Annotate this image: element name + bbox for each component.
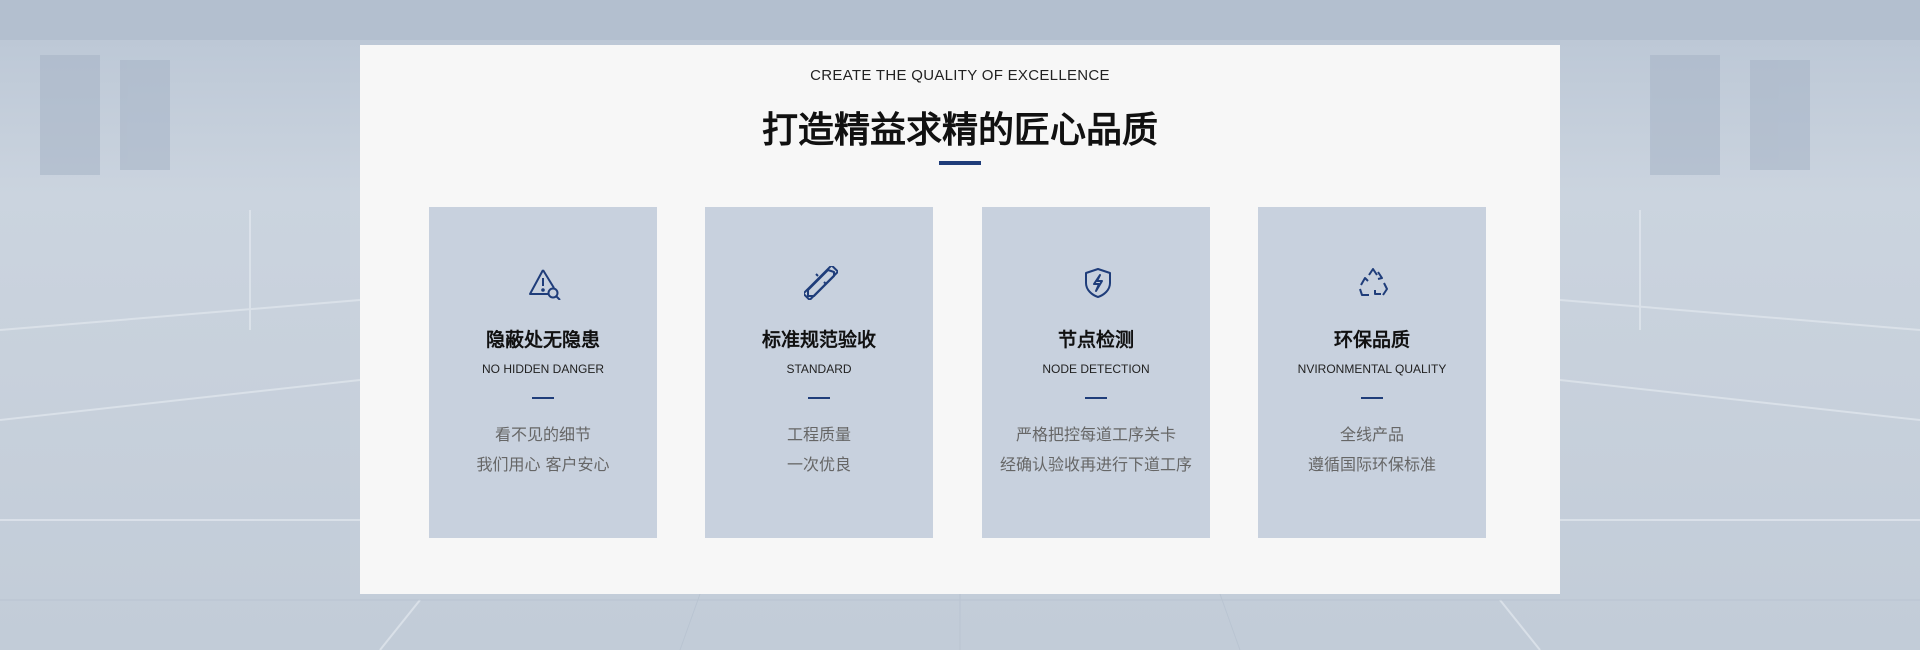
- feature-divider: [1361, 397, 1383, 399]
- feature-desc-line2: 一次优良: [786, 455, 851, 474]
- feature-title: 环保品质: [1333, 329, 1410, 351]
- feature-divider: [532, 397, 554, 399]
- quality-panel: CREATE THE QUALITY OF EXCELLENCE 打造精益求精的…: [360, 45, 1560, 594]
- feature-desc-line1: 看不见的细节: [494, 425, 591, 444]
- shield-bolt-icon: [1081, 266, 1115, 300]
- feature-divider: [1085, 397, 1107, 399]
- feature-card-hidden-danger: 隐蔽处无隐患 NO HIDDEN DANGER 看不见的细节 我们用心 客户安心: [429, 207, 657, 538]
- feature-subtitle: STANDARD: [786, 362, 852, 376]
- feature-card-standard: 标准规范验收 STANDARD 工程质量 一次优良: [705, 207, 933, 538]
- feature-desc-line1: 工程质量: [786, 425, 851, 444]
- ruler-pencil-icon: [802, 264, 839, 301]
- feature-title: 标准规范验收: [761, 329, 876, 351]
- warning-search-icon: [528, 266, 562, 301]
- feature-divider: [808, 397, 830, 399]
- feature-card-node-detection: 节点检测 NODE DETECTION 严格把控每道工序关卡 经确认验收再进行下…: [982, 207, 1210, 538]
- feature-desc-line2: 经确认验收再进行下道工序: [999, 455, 1192, 474]
- section-title: 打造精益求精的匠心品质: [761, 110, 1158, 151]
- feature-desc-line1: 严格把控每道工序关卡: [1015, 425, 1176, 444]
- title-underline: [939, 161, 981, 165]
- recycle-icon: [1357, 266, 1391, 300]
- feature-desc-line2: 遵循国际环保标准: [1307, 455, 1436, 474]
- feature-subtitle: NVIRONMENTAL QUALITY: [1297, 362, 1447, 376]
- feature-subtitle: NODE DETECTION: [1042, 362, 1150, 376]
- feature-desc-line1: 全线产品: [1339, 425, 1404, 444]
- feature-title: 隐蔽处无隐患: [485, 329, 600, 351]
- feature-desc-line2: 我们用心 客户安心: [476, 455, 610, 474]
- section-subtitle: CREATE THE QUALITY OF EXCELLENCE: [810, 67, 1110, 84]
- feature-subtitle: NO HIDDEN DANGER: [481, 362, 604, 376]
- feature-title: 节点检测: [1057, 329, 1134, 351]
- feature-card-environmental: 环保品质 NVIRONMENTAL QUALITY 全线产品 遵循国际环保标准: [1258, 207, 1486, 538]
